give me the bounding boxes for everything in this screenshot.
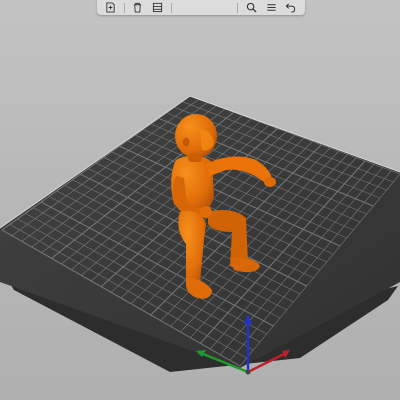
search-button[interactable]: [244, 1, 258, 14]
model-raised-hand: [264, 177, 276, 187]
layers-icon: [266, 4, 276, 11]
toolbar-separator: [170, 2, 172, 13]
trash-icon: [134, 2, 142, 13]
model-neck: [188, 154, 202, 162]
delete-all-icon: [153, 2, 163, 13]
add-file-icon: [106, 2, 116, 13]
toolbar-separator: [237, 2, 239, 13]
spacer-slot: [197, 1, 211, 14]
model-lower-hand: [200, 206, 212, 218]
layers-button[interactable]: [264, 1, 278, 14]
top-toolbar: [97, 0, 305, 15]
undo-icon: [286, 3, 296, 13]
model-ear: [182, 137, 190, 147]
add-object-button[interactable]: [104, 1, 118, 14]
axis-origin: [245, 369, 251, 375]
spacer-slot: [177, 1, 191, 14]
delete-all-button[interactable]: [151, 1, 165, 14]
delete-button[interactable]: [131, 1, 145, 14]
undo-button[interactable]: [284, 1, 298, 14]
search-icon: [246, 2, 257, 13]
3d-viewport[interactable]: [0, 0, 400, 400]
spacer-slot: [217, 1, 231, 14]
toolbar-separator: [123, 2, 125, 13]
3d-scene[interactable]: [0, 0, 400, 400]
